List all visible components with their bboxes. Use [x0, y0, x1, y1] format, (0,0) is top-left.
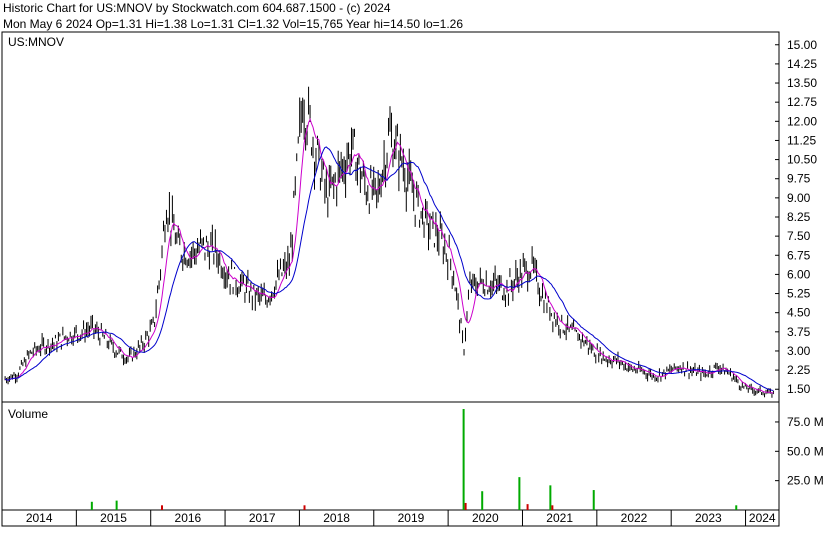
- chart-frame: [1, 31, 780, 527]
- year-label: 2023: [695, 511, 722, 525]
- year-label: 2019: [398, 511, 425, 525]
- volume-tick-label: 50.0 M: [787, 444, 824, 458]
- price-axis: 15.00 14.25 13.50 12.75 12.00 11.25 10.50 9.75 9…: [775, 38, 817, 396]
- year-axis: 2014 2015 2016 2017 2018 2019 2020 2021 2022 2023…: [1, 510, 776, 526]
- price-bars: [4, 86, 774, 398]
- year-label: 2024: [749, 511, 776, 525]
- year-label: 2018: [323, 511, 350, 525]
- price-tick-label: 5.25: [787, 287, 811, 301]
- year-label: 2022: [621, 511, 648, 525]
- price-tick-label: 13.50: [787, 76, 817, 90]
- price-tick-label: 7.50: [787, 229, 811, 243]
- volume-tick-label: 25.0 M: [787, 474, 824, 488]
- year-label: 2014: [26, 511, 53, 525]
- volume-tick-label: 75.0 M: [787, 415, 824, 429]
- price-tick-label: 6.75: [787, 248, 811, 262]
- year-label: 2016: [175, 511, 202, 525]
- price-tick-label: 3.75: [787, 325, 811, 339]
- year-label: 2020: [472, 511, 499, 525]
- volume-axis: 75.0 M 50.0 M 25.0 M: [775, 415, 824, 488]
- price-tick-label: 12.75: [787, 95, 817, 109]
- year-label: 2021: [546, 511, 573, 525]
- price-tick-label: 14.25: [787, 57, 817, 71]
- price-tick-label: 2.25: [787, 363, 811, 377]
- price-tick-label: 9.75: [787, 172, 811, 186]
- volume-bars: [90, 409, 738, 510]
- price-tick-label: 8.25: [787, 210, 811, 224]
- year-label: 2017: [249, 511, 276, 525]
- price-tick-label: 11.25: [787, 133, 816, 147]
- price-tick-label: 1.50: [787, 382, 811, 396]
- year-label: 2015: [100, 511, 127, 525]
- price-tick-label: 10.50: [787, 153, 817, 167]
- price-tick-label: 12.00: [787, 114, 817, 128]
- price-tick-label: 4.50: [787, 306, 811, 320]
- ma-long-line: [4, 146, 774, 391]
- volume-panel-label: Volume: [8, 407, 48, 421]
- price-tick-label: 6.00: [787, 267, 811, 281]
- ma-short-line: [4, 117, 774, 394]
- price-tick-label: 9.00: [787, 191, 811, 205]
- stock-chart: 15.00 14.25 13.50 12.75 12.00 11.25 10.50 9.75 9…: [1, 31, 824, 527]
- price-tick-label: 3.00: [787, 344, 811, 358]
- price-tick-label: 15.00: [787, 38, 817, 52]
- plot-border: [1, 31, 780, 527]
- moving-averages: [4, 117, 774, 394]
- price-panel-label: US:MNOV: [8, 35, 64, 49]
